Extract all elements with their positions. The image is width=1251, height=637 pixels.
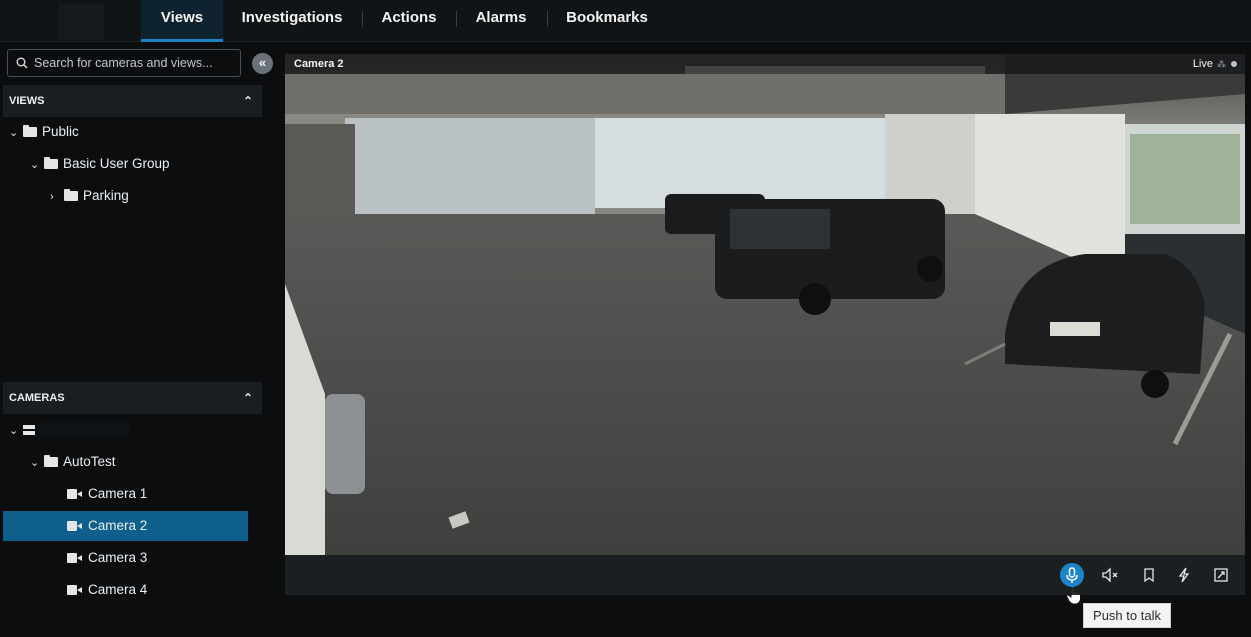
server-icon bbox=[23, 425, 35, 435]
cameras-section-header[interactable]: CAMERAS ⌃ bbox=[3, 382, 262, 414]
chevron-down-icon[interactable]: ⌄ bbox=[30, 448, 44, 478]
tree-camera-3[interactable]: Camera 3 bbox=[67, 543, 147, 573]
views-section-header[interactable]: VIEWS ⌃ bbox=[3, 85, 262, 117]
speaker-muted-icon bbox=[1102, 567, 1118, 583]
tab-alarms[interactable]: Alarms bbox=[466, 0, 536, 42]
tree-item-label: Parking bbox=[83, 188, 129, 203]
folder-icon bbox=[44, 157, 58, 169]
tab-separator bbox=[547, 11, 548, 27]
chevron-up-icon[interactable]: ⌃ bbox=[243, 382, 253, 414]
tab-investigations[interactable]: Investigations bbox=[234, 0, 350, 42]
views-header-label: VIEWS bbox=[9, 95, 45, 107]
tree-item-label: Camera 3 bbox=[88, 550, 148, 565]
fullscreen-button[interactable] bbox=[1210, 564, 1232, 586]
status-dot-icon bbox=[1231, 61, 1237, 67]
tree-folder-basic-user-group[interactable]: ⌄ Basic User Group bbox=[30, 149, 170, 179]
cameras-header-label: CAMERAS bbox=[9, 392, 65, 404]
tree-folder-parking[interactable]: › Parking bbox=[50, 181, 129, 211]
tab-separator bbox=[456, 11, 457, 27]
search-input[interactable] bbox=[34, 54, 234, 72]
chevron-up-icon[interactable]: ⌃ bbox=[243, 85, 253, 117]
chevron-down-icon[interactable]: ⌄ bbox=[9, 416, 23, 446]
tab-views[interactable]: Views bbox=[141, 0, 223, 42]
video-viewport[interactable]: Camera 2 Live ⁂ bbox=[285, 54, 1245, 595]
tree-item-label: Camera 1 bbox=[88, 486, 148, 501]
bookmark-icon bbox=[1144, 568, 1154, 583]
camera-title: Camera 2 bbox=[294, 58, 344, 70]
video-camera-icon bbox=[67, 553, 82, 563]
fullscreen-icon bbox=[1214, 568, 1228, 582]
recording-icon: ⁂ bbox=[1217, 59, 1226, 69]
redacted-server-name bbox=[40, 422, 130, 436]
tree-server[interactable]: ⌄ bbox=[9, 415, 130, 445]
video-camera-icon bbox=[67, 585, 82, 595]
search-icon bbox=[16, 57, 28, 69]
trigger-event-button[interactable] bbox=[1173, 564, 1195, 586]
tree-item-label: Basic User Group bbox=[63, 156, 170, 171]
tab-actions[interactable]: Actions bbox=[372, 0, 446, 42]
chevron-down-icon[interactable]: ⌄ bbox=[30, 150, 44, 180]
camera-feed-image bbox=[285, 54, 1245, 555]
push-to-talk-button[interactable] bbox=[1060, 563, 1084, 587]
folder-icon bbox=[23, 125, 37, 137]
lightning-icon bbox=[1178, 567, 1190, 583]
chevron-right-icon[interactable]: › bbox=[50, 182, 64, 212]
tree-camera-1[interactable]: Camera 1 bbox=[67, 479, 147, 509]
folder-icon bbox=[44, 455, 58, 467]
live-status: Live ⁂ bbox=[1193, 58, 1237, 70]
bookmark-button[interactable] bbox=[1138, 564, 1160, 586]
tree-folder-public[interactable]: ⌄ Public bbox=[9, 117, 79, 147]
tree-item-label: Camera 2 bbox=[88, 518, 148, 533]
folder-icon bbox=[64, 189, 78, 201]
tree-item-label: AutoTest bbox=[63, 454, 116, 469]
top-navigation-bar: Views Investigations Actions Alarms Book… bbox=[0, 0, 1251, 42]
tab-separator bbox=[362, 11, 363, 27]
tab-bookmarks[interactable]: Bookmarks bbox=[557, 0, 657, 42]
video-toolbar bbox=[285, 555, 1245, 595]
video-camera-icon bbox=[67, 489, 82, 499]
tree-folder-autotest[interactable]: ⌄ AutoTest bbox=[30, 447, 116, 477]
tree-camera-2[interactable]: Camera 2 bbox=[3, 511, 248, 541]
video-title-bar: Camera 2 Live ⁂ bbox=[285, 54, 1245, 74]
mute-speaker-button[interactable] bbox=[1099, 564, 1121, 586]
logo-placeholder bbox=[58, 4, 104, 40]
push-to-talk-tooltip: Push to talk bbox=[1083, 603, 1171, 628]
sidebar: « VIEWS ⌃ ⌄ Public ⌄ Basic User Group › Par… bbox=[0, 42, 273, 637]
video-camera-icon bbox=[67, 521, 82, 531]
live-status-label: Live bbox=[1192, 58, 1213, 70]
search-box[interactable] bbox=[7, 49, 241, 77]
tree-item-label: Public bbox=[42, 124, 79, 139]
microphone-icon bbox=[1066, 567, 1078, 583]
chevron-down-icon[interactable]: ⌄ bbox=[9, 118, 23, 148]
tree-camera-4[interactable]: Camera 4 bbox=[67, 575, 147, 605]
double-chevron-left-icon: « bbox=[258, 55, 267, 70]
collapse-sidebar-button[interactable]: « bbox=[252, 53, 273, 74]
tree-item-label: Camera 4 bbox=[88, 582, 148, 597]
